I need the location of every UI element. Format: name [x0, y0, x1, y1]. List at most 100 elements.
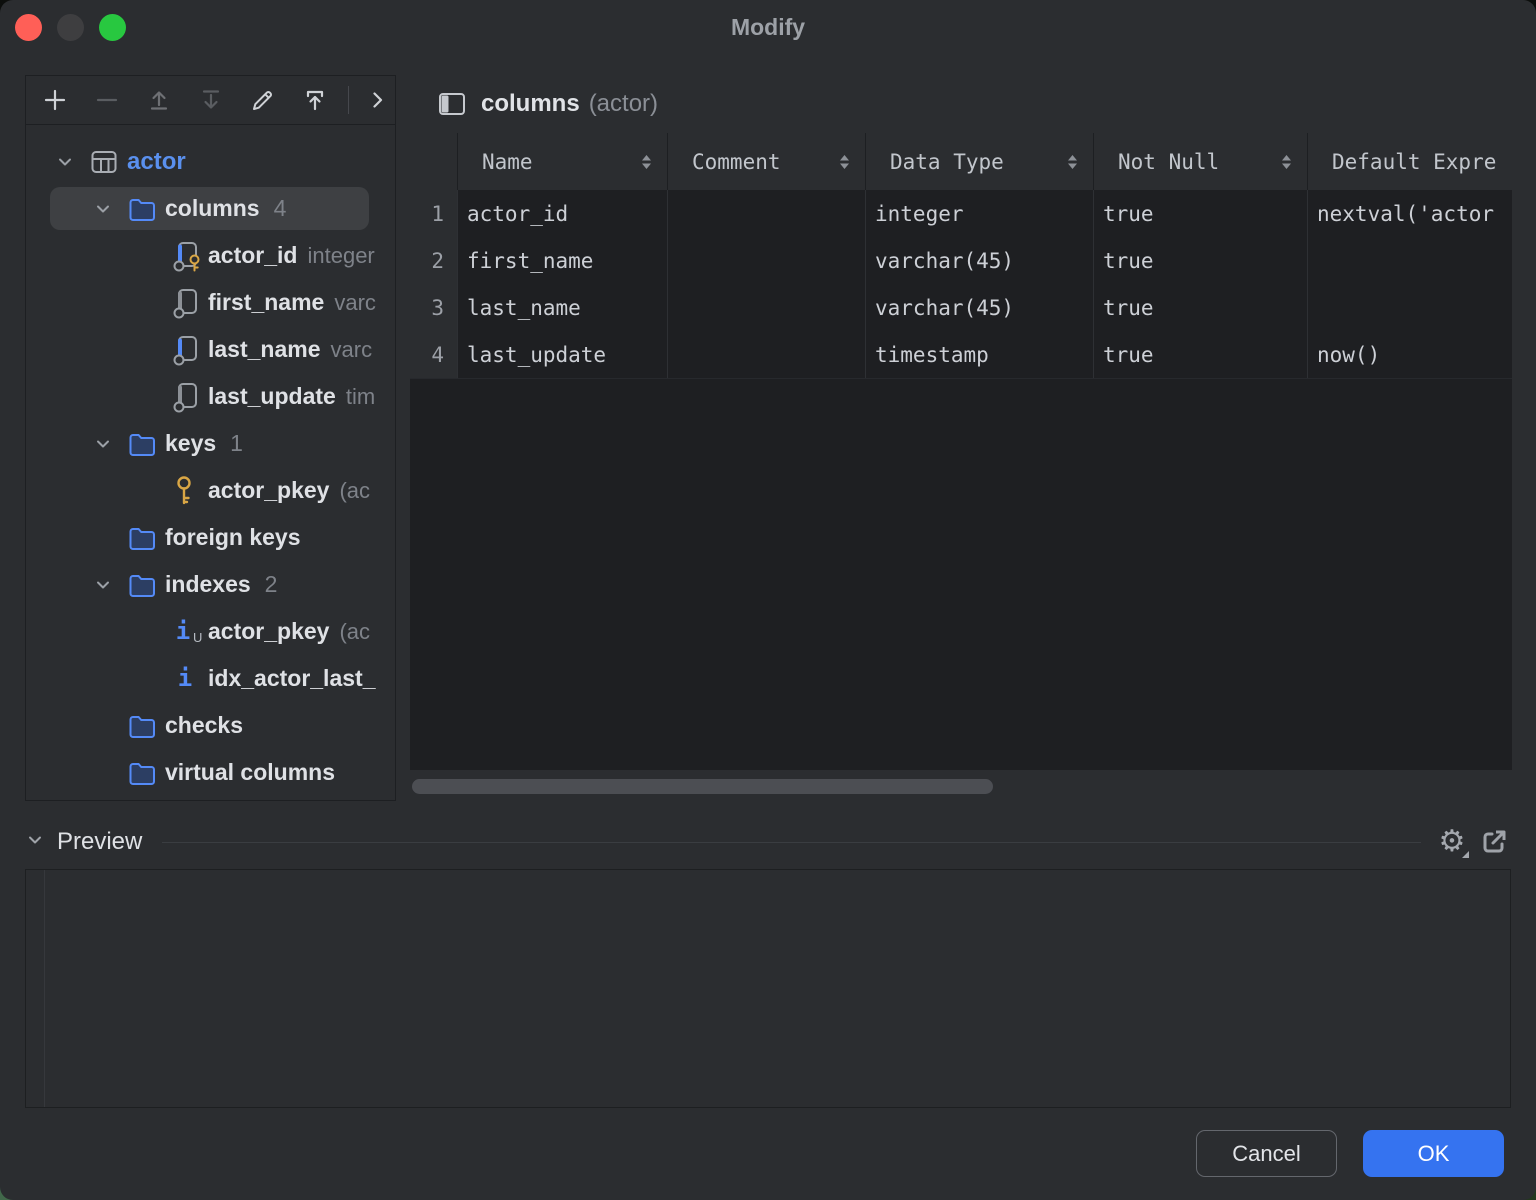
- cell-data-type[interactable]: integer: [866, 190, 1094, 237]
- tree-item-idx-actor-last-name[interactable]: i idx_actor_last_: [26, 655, 395, 702]
- table-row[interactable]: 4 last_update timestamp true now(): [410, 331, 1512, 378]
- chevron-down-icon[interactable]: [55, 152, 89, 172]
- column-header-label: Comment: [692, 150, 781, 174]
- column-header-not-null[interactable]: Not Null: [1094, 133, 1308, 190]
- chevron-down-icon[interactable]: [93, 434, 127, 454]
- folder-icon: [127, 570, 165, 600]
- open-in-new-window-button[interactable]: [1477, 824, 1511, 860]
- preview-label: Preview: [57, 828, 142, 856]
- column-header-label: Data Type: [890, 150, 1004, 174]
- cell-not-null[interactable]: true: [1094, 331, 1308, 378]
- column-header-comment[interactable]: Comment: [668, 133, 866, 190]
- table-row[interactable]: 1 actor_id integer true nextval('actor: [410, 190, 1512, 237]
- tree-item-actor-id[interactable]: actor_id integer: [26, 232, 395, 279]
- chevron-down-icon[interactable]: [93, 199, 127, 219]
- column-header-label: Name: [482, 150, 533, 174]
- tree-item-indexes[interactable]: indexes 2: [26, 561, 395, 608]
- edit-button[interactable]: [244, 83, 282, 117]
- cancel-button[interactable]: Cancel: [1196, 1130, 1337, 1177]
- cell-default-expression[interactable]: now(): [1308, 331, 1512, 378]
- cell-not-null[interactable]: true: [1094, 284, 1308, 331]
- column-header-data-type[interactable]: Data Type: [866, 133, 1094, 190]
- cell-data-type[interactable]: timestamp: [866, 331, 1094, 378]
- grid-rows: 1 actor_id integer true nextval('actor 2…: [410, 190, 1512, 379]
- index-columns-hint: (ac: [339, 619, 370, 645]
- zoom-button[interactable]: [99, 14, 126, 41]
- tree-item-last-name[interactable]: last_name varc: [26, 326, 395, 373]
- tree-item-label: columns: [165, 195, 260, 222]
- table-row[interactable]: 2 first_name varchar(45) true: [410, 237, 1512, 284]
- ok-button[interactable]: OK: [1363, 1130, 1504, 1177]
- tree-item-actor-pkey-index[interactable]: iU actor_pkey (ac: [26, 608, 395, 655]
- cell-data-type[interactable]: varchar(45): [866, 284, 1094, 331]
- row-number: 4: [410, 331, 458, 378]
- add-button[interactable]: [36, 83, 74, 117]
- row-number: 1: [410, 190, 458, 237]
- ok-button-label: OK: [1418, 1141, 1450, 1167]
- tree-item-last-update[interactable]: last_update tim: [26, 373, 395, 420]
- tree-item-label: foreign keys: [165, 524, 301, 551]
- export-ddl-button[interactable]: [296, 83, 334, 117]
- more-actions-button[interactable]: [358, 83, 396, 117]
- cancel-button-label: Cancel: [1232, 1141, 1300, 1167]
- cell-comment[interactable]: [668, 284, 866, 331]
- sort-icon[interactable]: [640, 152, 653, 177]
- table-row[interactable]: 3 last_name varchar(45) true: [410, 284, 1512, 331]
- tree-item-columns[interactable]: columns 4: [26, 185, 395, 232]
- cell-name[interactable]: first_name: [458, 237, 668, 284]
- folder-icon: [127, 194, 165, 224]
- move-down-button[interactable]: [192, 83, 230, 117]
- preview-editor[interactable]: [25, 869, 1511, 1108]
- tree-item-label: last_update: [208, 383, 336, 410]
- cell-name[interactable]: last_update: [458, 331, 668, 378]
- cell-default-expression[interactable]: [1308, 237, 1512, 284]
- svg-text:i: i: [178, 664, 192, 692]
- tree-item-label: actor_pkey: [208, 477, 329, 504]
- close-button[interactable]: [15, 14, 42, 41]
- tree-item-label: first_name: [208, 289, 324, 316]
- svg-text:i: i: [176, 617, 190, 645]
- preview-collapse-toggle[interactable]: [25, 830, 45, 855]
- toolbar-separator: [348, 86, 349, 114]
- cell-name[interactable]: actor_id: [458, 190, 668, 237]
- column-header-default-expression[interactable]: Default Expre: [1308, 133, 1512, 190]
- row-number: 2: [410, 237, 458, 284]
- tree-item-label: idx_actor_last_: [208, 665, 375, 692]
- editor-title: columns: [481, 90, 580, 118]
- tree-item-label: indexes: [165, 571, 251, 598]
- cell-comment[interactable]: [668, 331, 866, 378]
- tree-item-virtual-columns[interactable]: virtual columns: [26, 749, 395, 796]
- cell-not-null[interactable]: true: [1094, 190, 1308, 237]
- tree-item-foreign-keys[interactable]: foreign keys: [26, 514, 395, 561]
- column-indexed-icon: [170, 333, 208, 367]
- tree-item-label: actor_pkey: [208, 618, 329, 645]
- sort-icon[interactable]: [1280, 152, 1293, 177]
- minus-icon: [94, 87, 120, 113]
- cell-not-null[interactable]: true: [1094, 237, 1308, 284]
- sort-icon[interactable]: [1066, 152, 1079, 177]
- column-header-name[interactable]: Name: [458, 133, 668, 190]
- sort-icon[interactable]: [838, 152, 851, 177]
- tree-item-label: keys: [165, 430, 216, 457]
- cell-default-expression[interactable]: [1308, 284, 1512, 331]
- preview-settings-button[interactable]: ⚙: [1435, 824, 1469, 860]
- key-icon: [170, 474, 208, 508]
- tree-item-first-name[interactable]: first_name varc: [26, 279, 395, 326]
- move-up-button[interactable]: [140, 83, 178, 117]
- remove-button[interactable]: [88, 83, 126, 117]
- tree-item-checks[interactable]: checks: [26, 702, 395, 749]
- structure-panel: actor columns 4 actor_id integer first_n…: [25, 75, 396, 801]
- tree-item-actor-pkey[interactable]: actor_pkey (ac: [26, 467, 395, 514]
- tree-item-keys[interactable]: keys 1: [26, 420, 395, 467]
- tree-item-actor[interactable]: actor: [26, 138, 395, 185]
- chevron-down-icon[interactable]: [93, 575, 127, 595]
- move-up-icon: [146, 87, 172, 113]
- folder-icon: [127, 523, 165, 553]
- cell-default-expression[interactable]: nextval('actor: [1308, 190, 1512, 237]
- cell-comment[interactable]: [668, 190, 866, 237]
- cell-data-type[interactable]: varchar(45): [866, 237, 1094, 284]
- horizontal-scrollbar[interactable]: [412, 779, 993, 794]
- cell-name[interactable]: last_name: [458, 284, 668, 331]
- cell-comment[interactable]: [668, 237, 866, 284]
- column-icon: [170, 380, 208, 414]
